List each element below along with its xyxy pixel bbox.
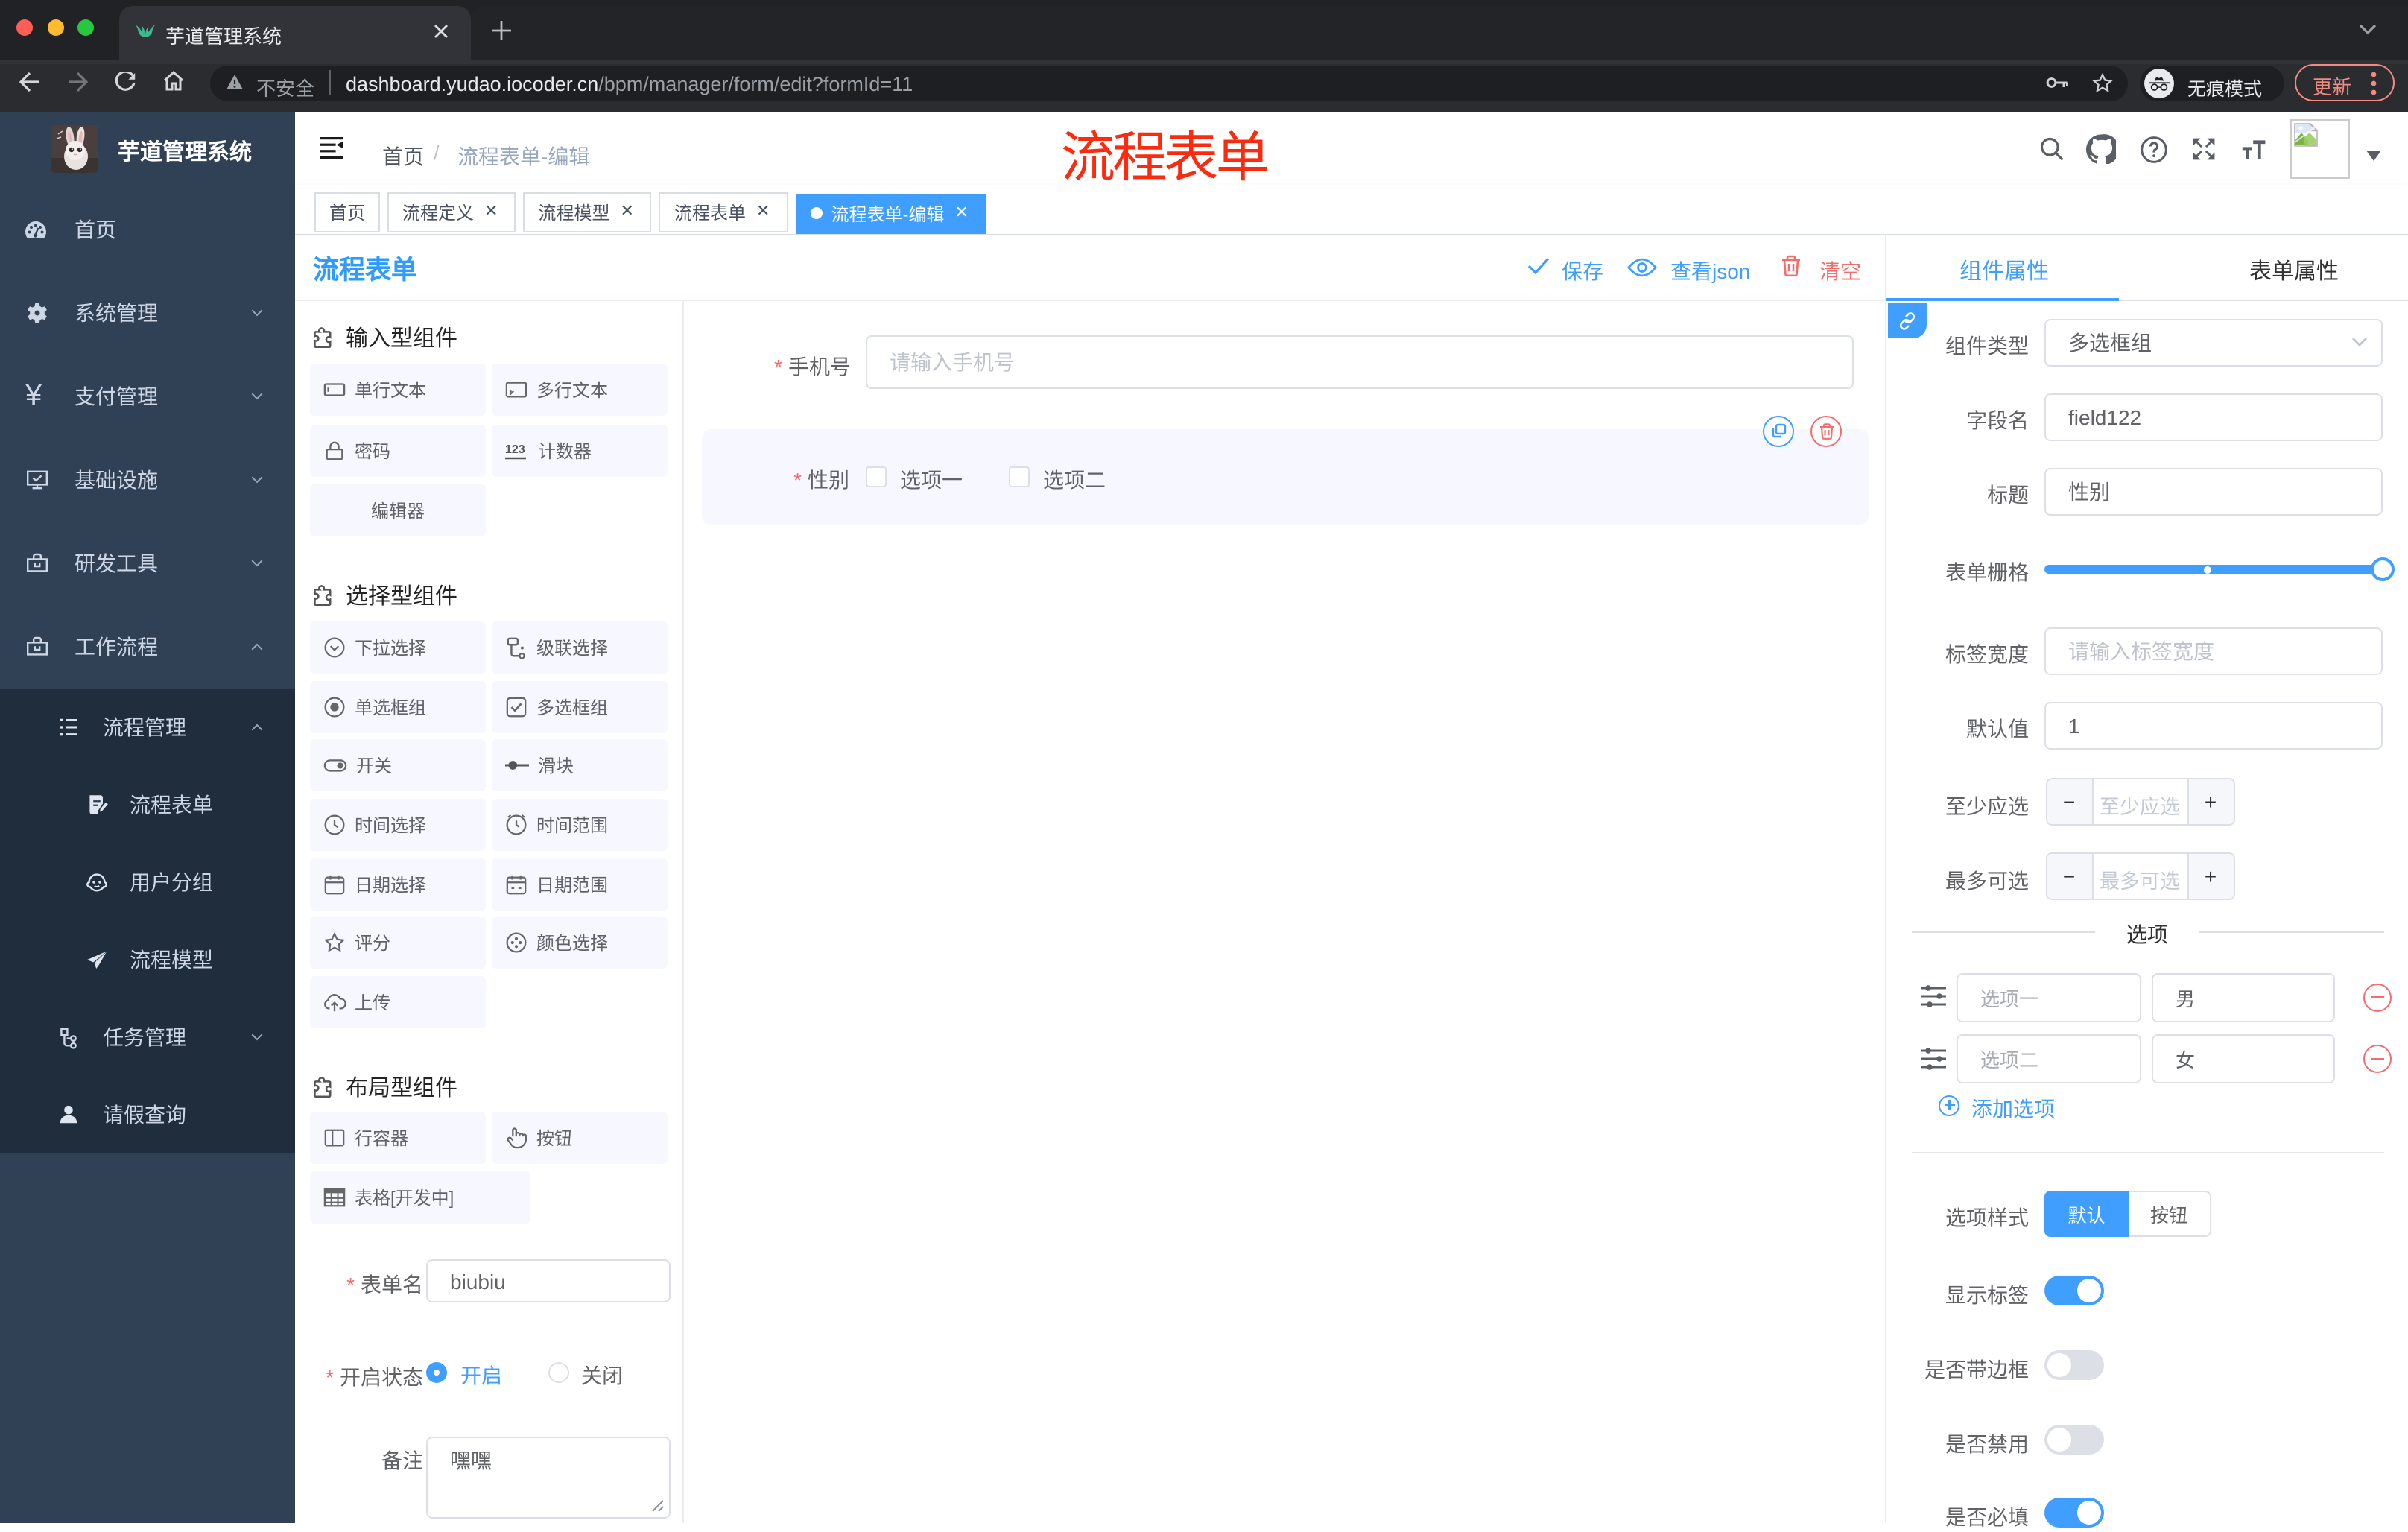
svg-text:123: 123 [505, 443, 525, 455]
